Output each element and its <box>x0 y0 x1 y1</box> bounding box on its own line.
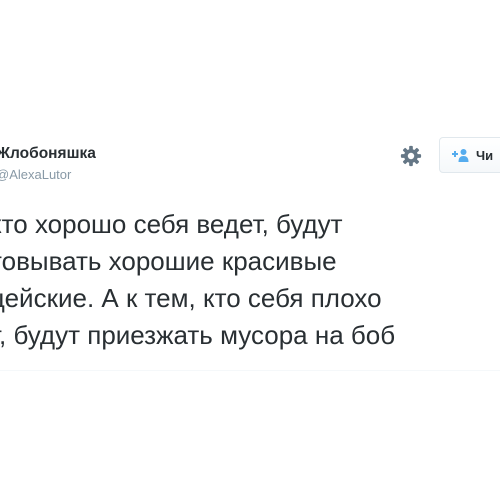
tweet-line: т, будут приезжать мусора на боб <box>0 320 396 350</box>
tweet-line: цейские. А к тем, кто себя плохо <box>0 283 382 313</box>
display-name[interactable]: Жлобоняшка <box>0 145 96 163</box>
follow-button[interactable]: Чи <box>439 137 500 173</box>
divider <box>0 370 500 371</box>
tweet-line: кто хорошо себя ведет, будут <box>0 209 343 239</box>
add-user-icon <box>452 148 470 162</box>
follow-label: Чи <box>476 147 494 163</box>
tweet-line: товывать хорошие красивые <box>0 246 337 276</box>
tweet-text: кто хорошо себя ведет, будут товывать хо… <box>0 206 500 354</box>
gear-icon[interactable] <box>400 145 422 167</box>
user-handle[interactable]: @AlexaLutor <box>0 167 71 182</box>
tweet-card: Жлобоняшка @AlexaLutor Чи кто хорошо себ… <box>0 0 500 500</box>
